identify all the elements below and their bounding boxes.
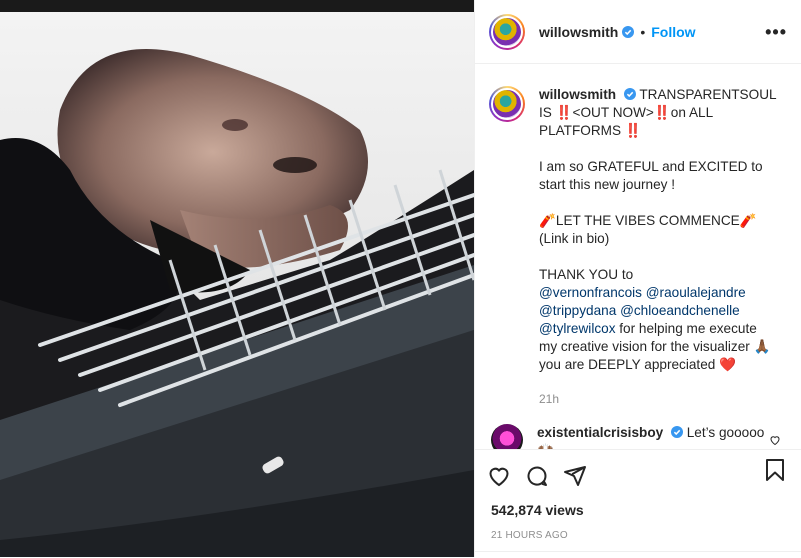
header-separator: • bbox=[640, 23, 646, 40]
comment-item: existentialcrisisboy Let’s gooooo🙌🏾 bbox=[475, 424, 801, 449]
commenter-avatar[interactable] bbox=[491, 424, 523, 449]
comment-icon[interactable] bbox=[525, 464, 549, 488]
author-avatar[interactable] bbox=[489, 13, 525, 50]
caption-timestamp[interactable]: 21h bbox=[539, 390, 777, 408]
mention-link[interactable]: @raoulalejandre bbox=[646, 285, 746, 300]
caption-line-2: I am so GRATEFUL and EXCITED to start th… bbox=[539, 159, 763, 192]
mention-link[interactable]: @chloeandchenelle bbox=[620, 303, 740, 318]
heart-icon[interactable] bbox=[487, 464, 511, 488]
post-time-ago[interactable]: 21 HOURS AGO bbox=[475, 518, 801, 541]
follow-button[interactable]: Follow bbox=[651, 24, 695, 40]
caption-thank-you: THANK YOU to bbox=[539, 267, 634, 282]
commenter-username[interactable]: existentialcrisisboy bbox=[537, 425, 663, 440]
mention-link[interactable]: @vernonfrancois bbox=[539, 285, 642, 300]
mention-link[interactable]: @trippydana bbox=[539, 303, 616, 318]
verified-badge-icon bbox=[623, 88, 636, 100]
caption-closing: you are DEEPLY appreciated ❤️ bbox=[539, 357, 737, 372]
post-caption: willowsmith TRANSPARENTSOUL IS ‼️<OUT NO… bbox=[475, 64, 801, 408]
verified-badge-icon bbox=[622, 25, 635, 38]
caption-line-4: (Link in bio) bbox=[539, 231, 610, 246]
caption-line-3: 🧨LET THE VIBES COMMENCE🧨 bbox=[539, 213, 757, 228]
more-options-icon[interactable]: ••• bbox=[765, 22, 787, 43]
post-image bbox=[0, 0, 474, 557]
post-media[interactable] bbox=[0, 0, 474, 557]
post-header: willowsmith • Follow ••• bbox=[475, 0, 801, 64]
post-panel: willowsmith • Follow ••• willowsmith TRA… bbox=[474, 0, 801, 557]
comments-section[interactable]: willowsmith TRANSPARENTSOUL IS ‼️<OUT NO… bbox=[475, 64, 801, 449]
caption-mentions: @vernonfrancois @raoulalejandre @trippyd… bbox=[539, 284, 777, 374]
verified-badge-icon bbox=[670, 426, 683, 438]
view-count[interactable]: 542,874 views bbox=[475, 494, 801, 518]
mention-link[interactable]: @tylrewilcox bbox=[539, 321, 616, 336]
comment-like-heart-icon[interactable] bbox=[769, 434, 781, 446]
bookmark-icon[interactable] bbox=[763, 458, 787, 482]
share-icon[interactable] bbox=[563, 464, 587, 488]
caption-avatar[interactable] bbox=[489, 86, 525, 122]
post-actions: 542,874 views 21 HOURS AGO bbox=[475, 449, 801, 558]
author-username[interactable]: willowsmith bbox=[539, 24, 618, 40]
caption-username[interactable]: willowsmith bbox=[539, 87, 616, 102]
